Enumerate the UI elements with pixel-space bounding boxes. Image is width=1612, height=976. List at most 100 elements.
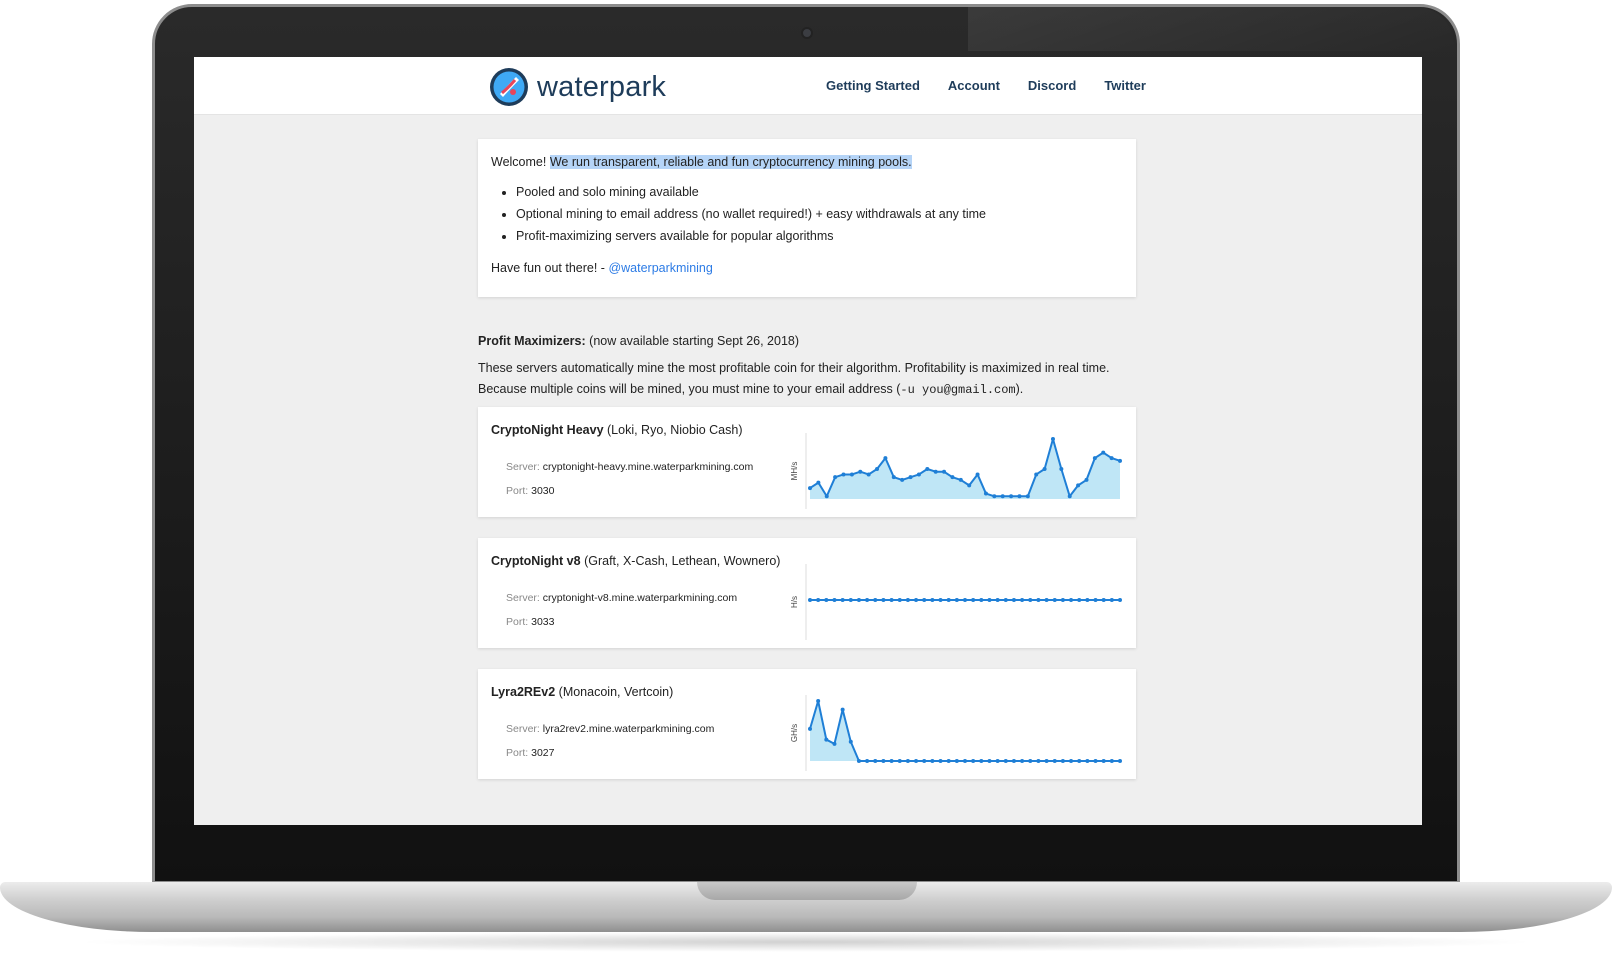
chart-data-point — [1050, 437, 1055, 441]
chart-data-point — [897, 598, 902, 602]
chart-data-point — [897, 759, 902, 763]
chart-data-point — [840, 707, 845, 712]
brand-logo[interactable]: waterpark — [489, 67, 666, 107]
chart-data-point — [914, 598, 919, 602]
section-subtitle: (now available starting Sept 26, 2018) — [589, 334, 800, 348]
section-title: Profit Maximizers: — [478, 334, 586, 348]
chart-data-point — [1093, 759, 1098, 763]
nav-getting-started[interactable]: Getting Started — [826, 78, 920, 93]
nav-account[interactable]: Account — [948, 78, 1000, 93]
chart-data-point — [1084, 477, 1089, 482]
chart-data-point — [979, 759, 984, 763]
chart-data-point — [1118, 598, 1122, 602]
chart-data-point — [925, 467, 930, 471]
chart-y-label: MH/s — [790, 462, 799, 481]
chart-data-point — [975, 472, 980, 477]
welcome-card: Welcome! We run transparent, reliable an… — [478, 139, 1136, 297]
chart-data-point — [1109, 759, 1114, 763]
chart-data-point — [983, 491, 988, 496]
chart-series-line — [809, 700, 1120, 762]
chart-data-point — [900, 477, 905, 482]
server-title: Lyra2REv2 (Monacoin, Vertcoin) — [491, 685, 673, 699]
email-flag-code: -u you@gmail.com — [900, 383, 1016, 397]
chart-data-point — [930, 598, 935, 602]
chart-data-point — [883, 456, 888, 461]
server-port: Port: 3030 — [506, 485, 554, 497]
section-description: These servers automatically mine the mos… — [478, 361, 1110, 375]
chart-data-point — [1101, 450, 1106, 455]
server-host[interactable]: cryptonight-heavy.mine.waterparkmining.c… — [543, 461, 753, 473]
chart-data-point — [848, 739, 853, 744]
server-title: CryptoNight Heavy (Loki, Ryo, Niobio Cas… — [491, 423, 742, 437]
chart-data-point — [1020, 759, 1025, 763]
chart-data-point — [866, 472, 871, 477]
chart-data-point — [933, 469, 938, 474]
chart-data-point — [875, 467, 880, 471]
chart-data-point — [1060, 598, 1065, 602]
chart-data-point — [865, 598, 870, 602]
feature-list: Pooled and solo mining available Optiona… — [516, 185, 1123, 244]
port-label: Port: — [506, 485, 529, 497]
port-value[interactable]: 3027 — [531, 747, 554, 759]
chart-data-point — [881, 759, 886, 763]
chart-data-point — [1025, 494, 1030, 499]
coin-list: (Loki, Ryo, Niobio Cash) — [607, 423, 743, 437]
chart-data-point — [954, 759, 959, 763]
waterpark-logo-icon — [490, 68, 528, 106]
chart-data-point — [995, 759, 1000, 763]
chart-data-point — [905, 759, 910, 763]
server-host[interactable]: cryptonight-v8.mine.waterparkmining.com — [543, 592, 737, 604]
chart-data-point — [1011, 759, 1016, 763]
chart-data-point — [908, 475, 913, 480]
chart-data-point — [946, 598, 951, 602]
chart-data-point — [856, 598, 861, 602]
chart-data-point — [824, 737, 829, 742]
brand-name: waterpark — [537, 70, 667, 103]
laptop-shadow — [70, 932, 1542, 952]
chart-data-point — [914, 759, 919, 763]
chart-data-point — [824, 494, 829, 499]
chart-data-point — [1028, 598, 1033, 602]
chart-data-point — [889, 598, 894, 602]
laptop-base-notch — [697, 882, 917, 900]
chart-data-point — [873, 598, 878, 602]
chart-data-point — [967, 483, 972, 488]
chart-data-point — [1101, 759, 1106, 763]
chart-data-point — [881, 598, 886, 602]
hashrate-chart: H/s — [790, 564, 1122, 640]
nav-discord[interactable]: Discord — [1028, 78, 1076, 93]
browser-viewport: waterpark Getting Started Account Discor… — [194, 57, 1422, 825]
chart-data-point — [1052, 598, 1057, 602]
chart-data-point — [963, 759, 967, 763]
chart-data-point — [816, 598, 821, 602]
port-label: Port: — [506, 616, 529, 628]
server-label: Server: — [506, 592, 540, 604]
chart-data-point — [950, 475, 955, 480]
chart-data-point — [849, 472, 854, 477]
chart-data-point — [1085, 759, 1090, 763]
coin-list: (Monacoin, Vertcoin) — [558, 685, 674, 699]
chart-data-point — [922, 759, 927, 763]
chart-data-point — [1003, 598, 1008, 602]
chart-data-point — [979, 598, 984, 602]
algorithm-name: Lyra2REv2 — [491, 685, 556, 699]
chart-data-point — [873, 759, 878, 763]
chart-data-point — [1009, 494, 1014, 499]
list-item: Profit-maximizing servers available for … — [516, 229, 1123, 244]
chart-data-point — [1034, 472, 1039, 477]
chart-data-point — [1109, 598, 1114, 602]
port-value[interactable]: 3030 — [531, 485, 554, 497]
chart-data-point — [1077, 598, 1082, 602]
chart-data-point — [808, 598, 812, 602]
server-host[interactable]: lyra2rev2.mine.waterparkmining.com — [543, 723, 715, 735]
algorithm-name: CryptoNight v8 — [491, 554, 581, 568]
server-card-cryptonight-v8: CryptoNight v8 (Graft, X-Cash, Lethean, … — [478, 538, 1136, 648]
chart-data-point — [1036, 759, 1041, 763]
chart-data-point — [930, 759, 935, 763]
nav-twitter[interactable]: Twitter — [1104, 78, 1146, 93]
chart-data-point — [1059, 467, 1064, 471]
chart-data-point — [1118, 458, 1122, 463]
chart-data-point — [1076, 483, 1081, 488]
twitter-handle-link[interactable]: @waterparkmining — [608, 261, 712, 275]
port-value[interactable]: 3033 — [531, 616, 554, 628]
